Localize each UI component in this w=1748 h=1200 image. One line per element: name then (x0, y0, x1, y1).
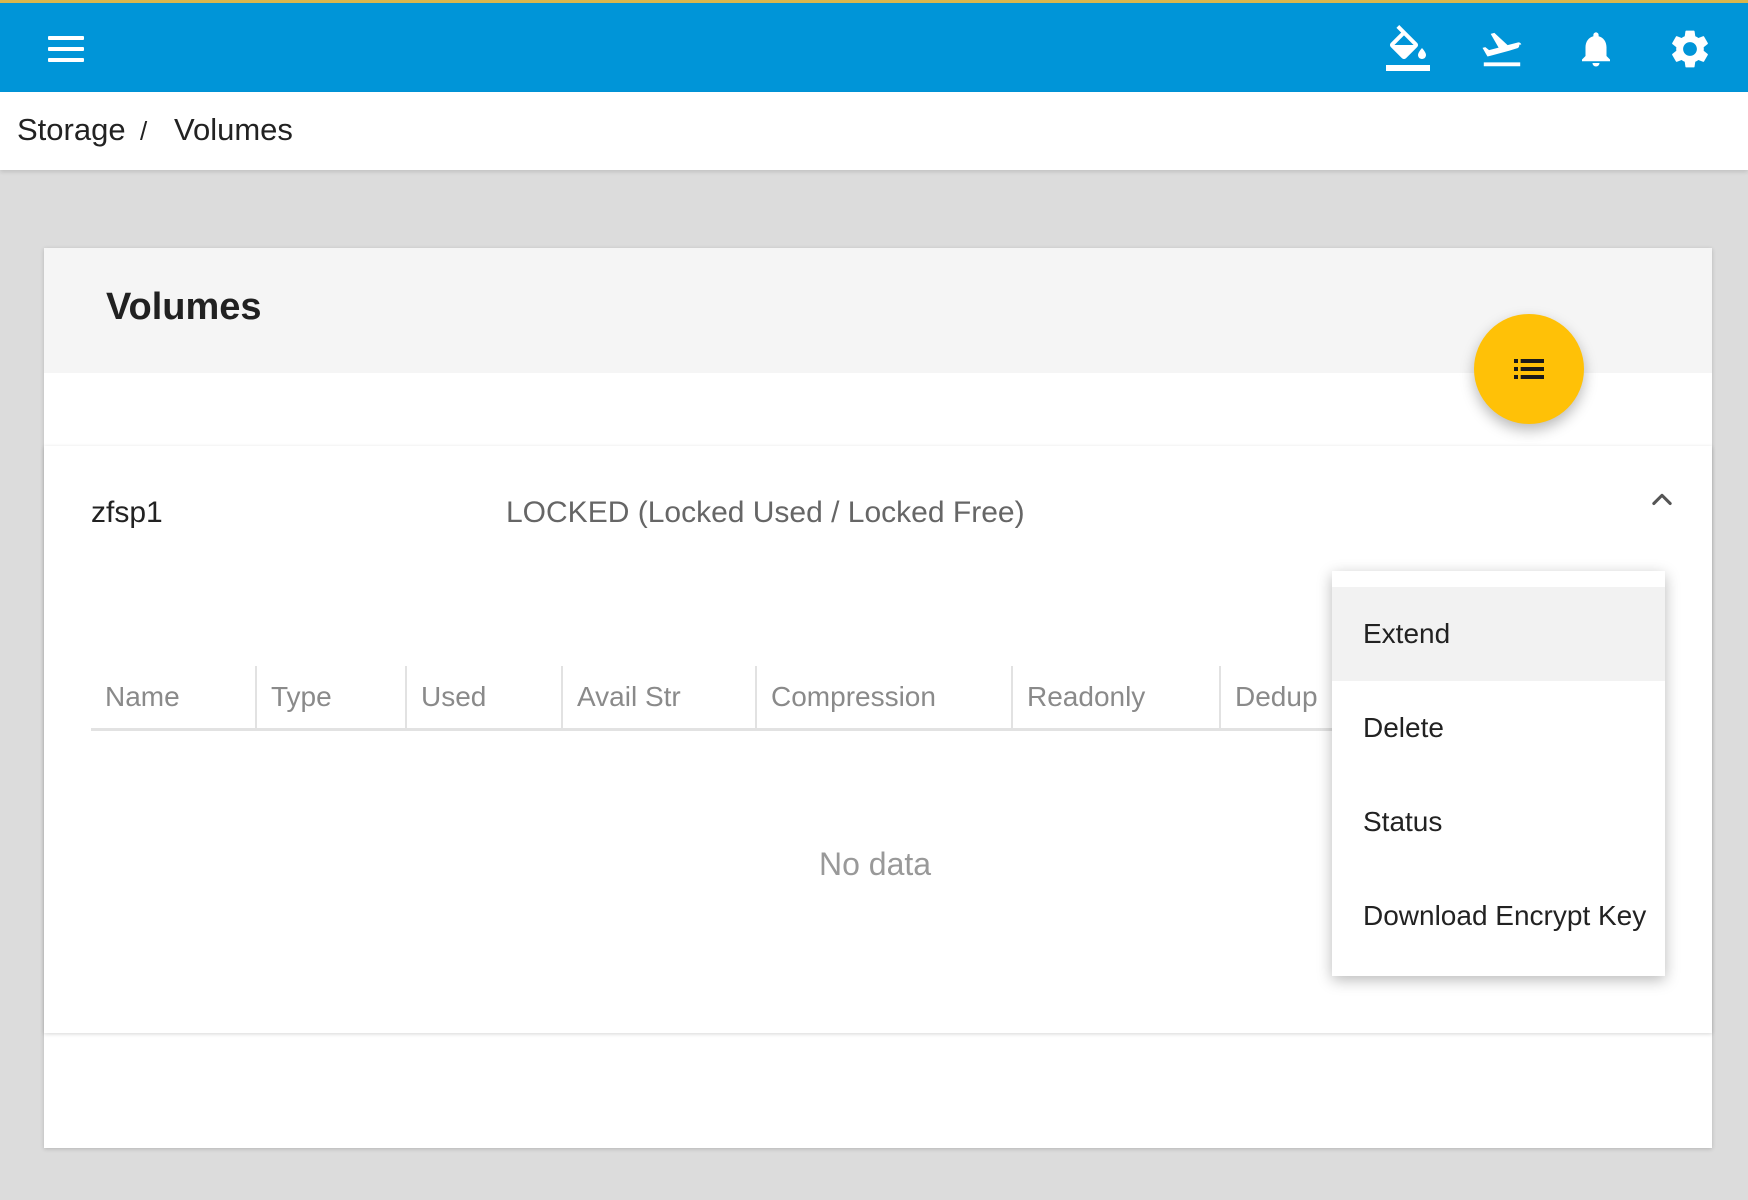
pool-status: LOCKED (Locked Used / Locked Free) (506, 496, 1025, 529)
breadcrumb-item-volumes: Volumes (174, 112, 293, 147)
pool-actions-menu: Extend Delete Status Download Encrypt Ke… (1332, 571, 1665, 976)
menu-item-delete[interactable]: Delete (1332, 681, 1665, 775)
column-header-compression[interactable]: Compression (755, 666, 1011, 728)
empty-table-message: No data (819, 846, 932, 882)
column-header-avail-str[interactable]: Avail Str (561, 666, 755, 728)
list-icon (1514, 359, 1544, 379)
card-header: Volumes (44, 248, 1712, 373)
breadcrumb: Storage / Volumes (0, 92, 1748, 170)
pool-name[interactable]: zfsp1 (91, 496, 163, 530)
gear-icon[interactable] (1664, 23, 1716, 75)
column-header-readonly[interactable]: Readonly (1011, 666, 1219, 728)
chevron-up-icon[interactable] (1642, 480, 1682, 520)
menu-item-status[interactable]: Status (1332, 775, 1665, 869)
breadcrumb-item-storage[interactable]: Storage (17, 112, 126, 148)
airplane-takeoff-icon[interactable] (1476, 23, 1528, 75)
menu-item-download-encrypt-key[interactable]: Download Encrypt Key (1332, 869, 1665, 963)
column-header-name[interactable]: Name (91, 666, 255, 728)
table-header: Name Type Used Avail Str Compression Rea… (91, 666, 1381, 731)
top-app-bar (0, 0, 1748, 92)
bell-icon[interactable] (1570, 23, 1622, 75)
page-title: Volumes (106, 286, 262, 328)
paint-bucket-icon[interactable] (1382, 23, 1434, 75)
column-header-type[interactable]: Type (255, 666, 405, 728)
actions-fab-button[interactable] (1474, 314, 1584, 424)
column-header-used[interactable]: Used (405, 666, 561, 728)
hamburger-icon[interactable] (44, 31, 88, 67)
menu-item-extend[interactable]: Extend (1332, 587, 1665, 681)
breadcrumb-separator: / (140, 116, 148, 146)
